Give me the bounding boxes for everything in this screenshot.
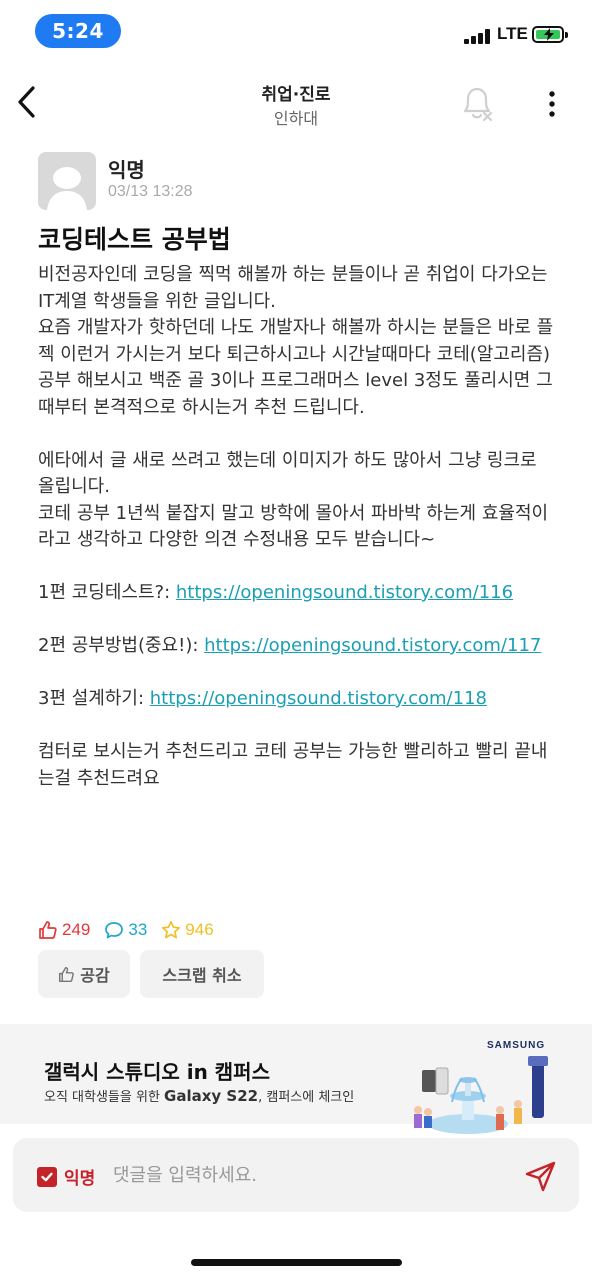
ad-illustration: [414, 1056, 548, 1134]
board-title: 취업·진로: [261, 85, 331, 105]
ad-title: 갤럭시 스튜디오 in 캠퍼스: [44, 1060, 270, 1084]
nav-bar: 취업·진로 인하대: [0, 70, 592, 136]
post-paragraph: 요즘 개발자가 핫하던데 나도 개발자나 해볼까 하시는 분들은 바로 플젝 이…: [38, 317, 554, 418]
checkbox-checked-icon: [37, 1166, 57, 1187]
ad-banner[interactable]: 갤럭시 스튜디오 in 캠퍼스 오직 대학생들을 위한 Galaxy S22, …: [0, 1024, 592, 1134]
link-prefix: 3편 설계하기:: [38, 688, 150, 709]
post-link[interactable]: https://openingsound.tistory.com/116: [176, 582, 513, 603]
battery-icon: [532, 26, 568, 43]
author-name: 익명: [108, 158, 145, 182]
link-prefix: 2편 공부방법(중요!):: [38, 635, 205, 656]
anonymous-toggle[interactable]: 익명: [37, 1164, 95, 1189]
anonymous-label: 익명: [64, 1169, 96, 1189]
status-bar: 5:24 LTE: [0, 0, 592, 64]
post-paragraph: 비전공자인데 코딩을 찍먹 해볼까 하는 분들이나 곧 취업이 다가오는 IT계…: [38, 264, 548, 312]
comment-count: 33: [104, 920, 147, 940]
comment-icon: [105, 922, 124, 939]
ad-subtitle: 오직 대학생들을 위한 Galaxy S22, 캠퍼스에 체크인: [44, 1087, 355, 1105]
like-count: 249: [38, 920, 90, 940]
school-name: 인하대: [273, 109, 319, 128]
home-indicator: [191, 1259, 402, 1266]
post-link-line: 3편 설계하기: https://openingsound.tistory.co…: [38, 686, 558, 713]
status-time: 5:24: [35, 14, 121, 48]
comment-bar: 익명: [13, 1138, 579, 1212]
post-link-line: 2편 공부방법(중요!): https://openingsound.tisto…: [38, 633, 558, 660]
more-options-button[interactable]: [540, 84, 564, 124]
post-link[interactable]: https://openingsound.tistory.com/118: [150, 688, 487, 709]
post-paragraph: 코테 공부 1년씩 붙잡지 말고 방학에 몰아서 파바박 하는게 효율적이라고 …: [38, 502, 549, 551]
post-stats: 249 33 946: [38, 918, 228, 942]
send-button[interactable]: [523, 1158, 559, 1194]
notification-toggle-button[interactable]: [460, 84, 496, 124]
post-link-line: 1편 코딩테스트?: https://openingsound.tistory.…: [38, 580, 558, 607]
post-paragraph: 에타에서 글 새로 쓰려고 했는데 이미지가 하도 많아서 그냥 링크로 올립니…: [38, 449, 537, 498]
scrap-count: 946: [161, 920, 214, 940]
more-vertical-icon: [549, 91, 555, 117]
network-label: LTE: [497, 24, 528, 43]
bell-off-icon: [463, 87, 493, 122]
comment-input[interactable]: [113, 1158, 513, 1192]
post-body: 비전공자인데 코딩을 찍먹 해볼까 하는 분들이나 곧 취업이 다가오는 IT계…: [38, 262, 558, 792]
post-paragraph: 컴터로 보시는거 추천드리고 코테 공부는 가능한 빨리하고 빨리 끝내는걸 추…: [38, 741, 548, 789]
thumbs-up-icon: [59, 966, 75, 982]
link-prefix: 1편 코딩테스트?:: [38, 582, 176, 603]
post-action-row: 공감 스크랩 취소: [38, 950, 274, 998]
avatar: [38, 152, 96, 210]
post-timestamp: 03/13 13:28: [108, 183, 193, 200]
like-button[interactable]: 공감: [38, 950, 130, 998]
signal-icon: [464, 28, 492, 44]
post-title: 코딩테스트 공부법: [38, 225, 231, 254]
thumbs-up-icon: [39, 921, 57, 939]
star-icon: [162, 920, 181, 939]
post-link[interactable]: https://openingsound.tistory.com/117: [204, 635, 541, 656]
send-icon: [525, 1161, 556, 1192]
unscrap-button[interactable]: 스크랩 취소: [140, 950, 264, 998]
